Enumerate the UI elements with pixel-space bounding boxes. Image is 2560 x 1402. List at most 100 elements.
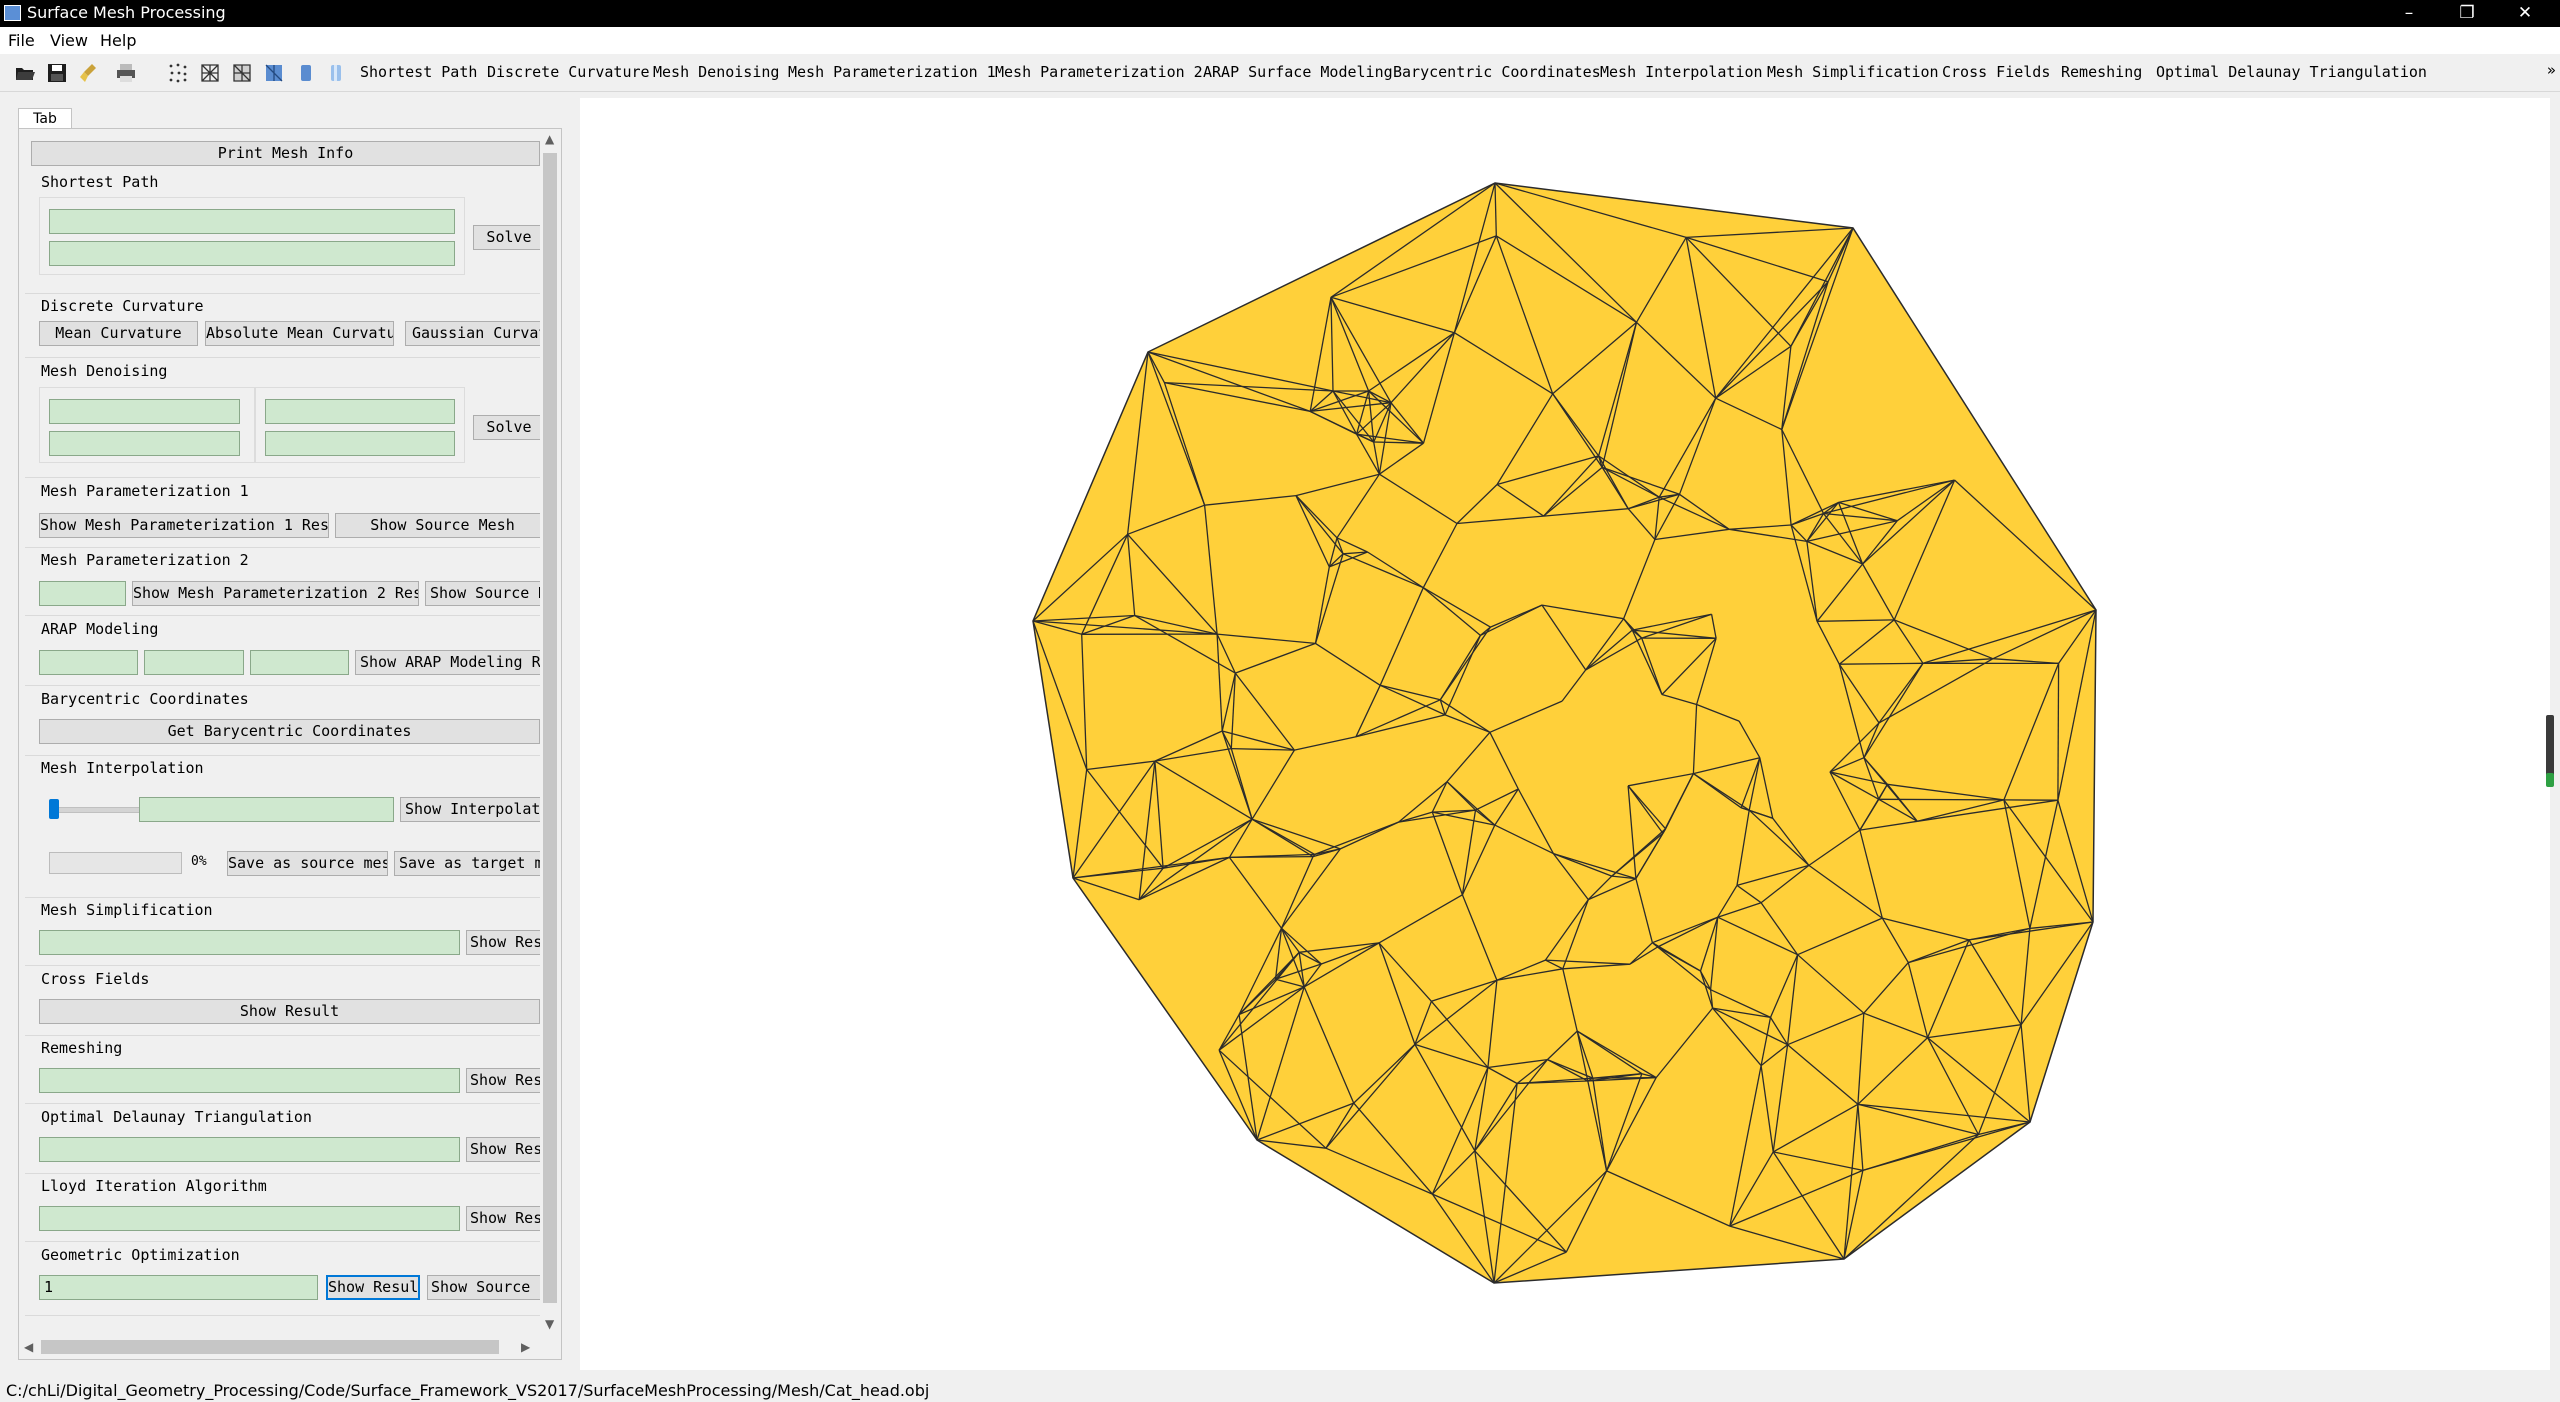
toolbar-arap-surface-modeling[interactable]: ARAP Surface Modeling: [1203, 63, 1393, 81]
interpolation-field[interactable]: [139, 797, 394, 822]
param2-field[interactable]: [39, 581, 126, 606]
arap-title: ARAP Modeling: [41, 620, 159, 638]
toolbar-mesh-parameterization-2[interactable]: Mesh Parameterization 2: [995, 63, 1203, 81]
remeshing-field[interactable]: [39, 1068, 460, 1093]
separator: [25, 1315, 540, 1316]
absolute-mean-curvature-button[interactable]: Absolute Mean Curvature: [205, 321, 394, 346]
open-folder-icon[interactable]: [14, 62, 36, 84]
geometric-optimization-field[interactable]: 1: [39, 1275, 318, 1300]
vertices-icon[interactable]: [167, 62, 189, 84]
lloyd-show-result-button[interactable]: Show Result: [466, 1206, 540, 1231]
toolbar-mesh-simplification[interactable]: Mesh Simplification: [1767, 63, 1939, 81]
geometric-optimization-show-result-button[interactable]: Show Result: [326, 1275, 420, 1300]
separator: [25, 357, 540, 358]
toolbar-cross-fields[interactable]: Cross Fields: [1942, 63, 2050, 81]
denoising-solve-button[interactable]: Solve: [473, 415, 540, 440]
title-bar: Surface Mesh Processing – ❐ ✕: [0, 0, 2560, 27]
separator: [25, 477, 540, 478]
separator: [25, 615, 540, 616]
flat-icon[interactable]: [263, 62, 285, 84]
lloyd-field[interactable]: [39, 1206, 460, 1231]
denoising-field-4[interactable]: [265, 431, 455, 456]
show-param2-result-button[interactable]: Show Mesh Parameterization 2 Result: [132, 581, 419, 606]
lloyd-title: Lloyd Iteration Algorithm: [41, 1177, 267, 1195]
tab-header[interactable]: Tab: [18, 108, 72, 129]
scroll-down-icon[interactable]: ▼: [545, 1317, 554, 1331]
get-barycentric-button[interactable]: Get Barycentric Coordinates: [39, 719, 540, 744]
simplification-field[interactable]: [39, 930, 460, 955]
vertical-scroll-thumb[interactable]: [543, 153, 557, 1303]
separator: [25, 1173, 540, 1174]
simplification-show-result-button[interactable]: Show Result: [466, 930, 540, 955]
flat-lines-icon[interactable]: [231, 62, 253, 84]
mesh-viewport[interactable]: [580, 98, 2550, 1370]
arap-field-2[interactable]: [144, 650, 244, 675]
wireframe-icon[interactable]: [199, 62, 221, 84]
clear-icon[interactable]: [78, 62, 100, 84]
toolbar-optimal-delaunay-triangulation[interactable]: Optimal Delaunay Triangulation: [2156, 63, 2427, 81]
horizontal-scroll-thumb[interactable]: [41, 1340, 499, 1354]
show-param1-result-button[interactable]: Show Mesh Parameterization 1 Result: [39, 513, 329, 538]
interpolation-slider-handle[interactable]: [49, 799, 59, 819]
menu-help[interactable]: Help: [100, 31, 136, 50]
close-icon[interactable]: ✕: [2496, 0, 2554, 27]
print-icon[interactable]: [115, 62, 137, 84]
gaussian-curvature-button[interactable]: Gaussian Curvature: [405, 321, 540, 346]
mesh-render[interactable]: [580, 98, 2550, 1370]
smooth-icon[interactable]: [295, 62, 317, 84]
minimize-icon[interactable]: –: [2380, 0, 2438, 27]
separator: [25, 547, 540, 548]
status-bar: C:/chLi/Digital_Geometry_Processing/Code…: [0, 1378, 2560, 1402]
arap-field-3[interactable]: [250, 650, 349, 675]
save-icon[interactable]: [46, 62, 68, 84]
mean-curvature-button[interactable]: Mean Curvature: [39, 321, 198, 346]
panel-vertical-scrollbar[interactable]: ▲ ▼: [540, 129, 560, 1337]
denoising-field-3[interactable]: [265, 399, 455, 424]
odt-field[interactable]: [39, 1137, 460, 1162]
mesh-denoising-title: Mesh Denoising: [41, 362, 168, 380]
shortest-path-solve-button[interactable]: Solve: [473, 225, 540, 250]
remeshing-show-result-button[interactable]: Show Result: [466, 1068, 540, 1093]
separator: [25, 965, 540, 966]
save-as-source-mesh-button[interactable]: Save as source mesh: [227, 851, 388, 876]
print-mesh-info-button[interactable]: Print Mesh Info: [31, 141, 540, 166]
toolbar-extension-button[interactable]: »: [2547, 61, 2556, 79]
separator: [25, 1103, 540, 1104]
toolbar-barycentric-coordinates[interactable]: Barycentric Coordinates: [1393, 63, 1601, 81]
toolbar-discrete-curvature[interactable]: Discrete Curvature: [487, 63, 650, 81]
toolbar-remeshing[interactable]: Remeshing: [2061, 63, 2142, 81]
arap-field-1[interactable]: [39, 650, 138, 675]
toolbar-shortest-path[interactable]: Shortest Path: [360, 63, 477, 81]
geometric-optimization-show-source-button[interactable]: Show Source Mesh: [427, 1275, 540, 1300]
mesh-edge: [2057, 663, 2060, 801]
toolbar-mesh-parameterization-1[interactable]: Mesh Parameterization 1: [788, 63, 996, 81]
denoising-field-1[interactable]: [49, 399, 240, 424]
param1-show-source-button[interactable]: Show Source Mesh: [335, 513, 540, 538]
odt-show-result-button[interactable]: Show Result: [466, 1137, 540, 1162]
menu-view[interactable]: View: [50, 31, 88, 50]
scroll-up-icon[interactable]: ▲: [545, 132, 554, 146]
scroll-right-icon[interactable]: ▶: [521, 1340, 530, 1354]
scroll-left-icon[interactable]: ◀: [24, 1340, 33, 1354]
denoising-field-2[interactable]: [49, 431, 240, 456]
save-as-target-mesh-button[interactable]: Save as target mesh: [394, 851, 540, 876]
interpolation-slider-track[interactable]: [49, 807, 151, 813]
mesh-outline: [1032, 182, 2097, 1284]
param2-show-source-button[interactable]: Show Source Mesh: [425, 581, 540, 606]
show-interpolation-button[interactable]: Show Interpolation: [400, 797, 540, 822]
toolbar-mesh-interpolation[interactable]: Mesh Interpolation: [1600, 63, 1763, 81]
restore-icon[interactable]: ❐: [2438, 0, 2496, 27]
show-arap-result-button[interactable]: Show ARAP Modeling Result: [355, 650, 540, 675]
cross-fields-title: Cross Fields: [41, 970, 150, 988]
texture-icon[interactable]: [325, 62, 347, 84]
panel-horizontal-scrollbar[interactable]: ◀ ▶: [19, 1337, 540, 1357]
separator: [25, 685, 540, 686]
separator: [25, 1241, 540, 1242]
cross-fields-show-result-button[interactable]: Show Result: [39, 999, 540, 1024]
menu-file[interactable]: File: [8, 31, 35, 50]
shortest-path-source-field[interactable]: [49, 209, 455, 234]
toolbar-mesh-denoising[interactable]: Mesh Denoising: [653, 63, 779, 81]
shortest-path-target-field[interactable]: [49, 241, 455, 266]
separator: [25, 755, 540, 756]
odt-title: Optimal Delaunay Triangulation: [41, 1108, 312, 1126]
